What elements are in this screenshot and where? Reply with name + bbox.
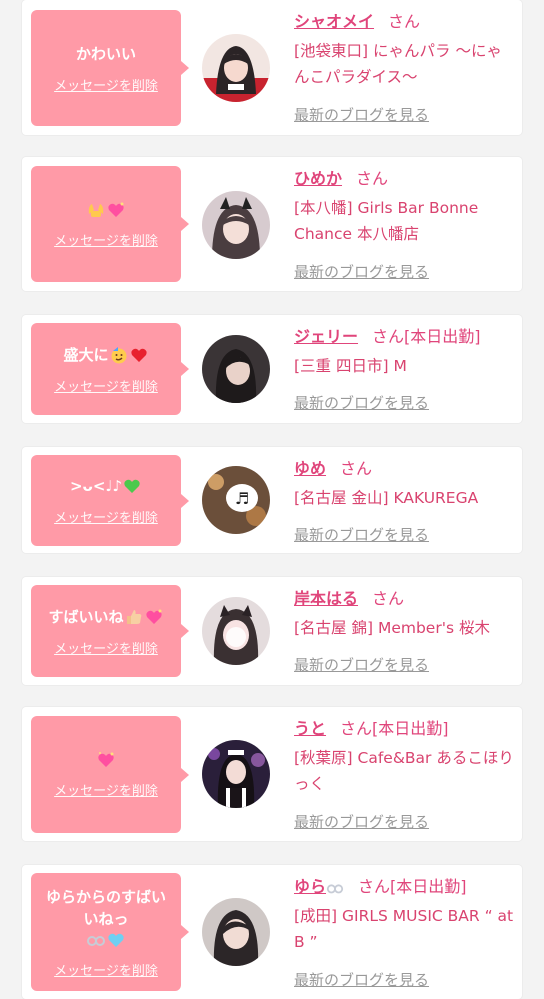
honorific: さん [388, 12, 421, 31]
avatar[interactable]: ♬ [202, 466, 270, 534]
latest-blog-link[interactable]: 最新のブログを見る [294, 969, 429, 990]
message-card: >ᴗ<♩♪ メッセージを削除 ♬ ゆめ さん [名古屋 金山] KAKUREGA … [22, 447, 522, 553]
honorific: さん [358, 877, 391, 896]
shop-link[interactable]: [本八幡] Girls Bar Bonne Chance 本八幡店 [294, 195, 516, 247]
message-card: かわいい メッセージを削除 シャオメイ さん [池袋東口] にゃんパラ 〜にゃんこ… [22, 0, 522, 135]
avatar[interactable] [202, 335, 270, 403]
message-bubble: 盛大に メッセージを削除 [31, 323, 189, 415]
latest-blog-link[interactable]: 最新のブログを見る [294, 392, 429, 413]
cast-name-link[interactable]: ひめか [294, 169, 342, 188]
cast-name-link[interactable]: ゆめ [294, 459, 326, 478]
message-text: 盛大に [55, 344, 156, 366]
message-card: メッセージを削除 ひめか さん [本八幡] Girls Bar Bonne Cha… [22, 157, 522, 291]
cast-info: ジェリー さん[本日出勤] [三重 四日市] M [294, 325, 516, 379]
cast-name-link[interactable]: 岸本はる [294, 589, 358, 608]
partying-face-emoji-icon [111, 346, 126, 363]
handcuffs-emoji-icon [326, 883, 344, 893]
latest-blog-link[interactable]: 最新のブログを見る [294, 654, 429, 675]
latest-blog-link[interactable]: 最新のブログを見る [294, 811, 429, 832]
cast-info: ゆめ さん [名古屋 金山] KAKUREGA [294, 457, 516, 511]
message-text: かわいい [75, 44, 136, 63]
cast-name-link[interactable]: うと [294, 719, 326, 738]
shop-link[interactable]: [成田] GIRLS MUSIC BAR “ at B ” [294, 903, 516, 955]
message-card: 盛大に メッセージを削除 ジェリー さん[本日出勤] [三重 四日市] M 最新の… [22, 315, 522, 423]
latest-blog-link[interactable]: 最新のブログを見る [294, 524, 429, 545]
sparkling-heart-emoji-icon [108, 202, 124, 217]
honorific: さん [340, 459, 373, 478]
message-bubble: メッセージを削除 [31, 166, 189, 282]
cast-info: うと さん[本日出勤] [秋葉原] Cafe&Bar あるこほりっく [294, 717, 516, 797]
avatar[interactable] [202, 34, 270, 102]
delete-message-link[interactable]: メッセージを削除 [54, 638, 158, 657]
work-status: [本日出勤] [390, 877, 467, 896]
message-text [88, 750, 124, 770]
honorific: さん [356, 169, 389, 188]
avatar[interactable] [202, 191, 270, 259]
cast-name-link[interactable]: ジェリー [294, 327, 358, 346]
sparkling-heart-emoji-icon [98, 752, 114, 767]
message-bubble: かわいい メッセージを削除 [31, 10, 189, 126]
message-text: すばいいね [40, 606, 171, 628]
shop-link[interactable]: [秋葉原] Cafe&Bar あるこほりっく [294, 745, 516, 797]
thumbs-up-emoji-icon [126, 609, 141, 624]
shop-link[interactable]: [名古屋 金山] KAKUREGA [294, 485, 516, 511]
message-bubble: すばいいね メッセージを削除 [31, 585, 189, 677]
honorific: さん [372, 589, 405, 608]
message-card: すばいいね メッセージを削除 岸本はる さん [名古屋 錦] Member's 桜… [22, 577, 522, 685]
cast-info: ゆら さん[本日出勤] [成田] GIRLS MUSIC BAR “ at B ” [294, 875, 516, 955]
delete-message-link[interactable]: メッセージを削除 [54, 75, 158, 94]
message-text: ゆらからのすばいいねっ [31, 886, 181, 950]
light-blue-heart-emoji-icon [108, 933, 124, 947]
message-text [78, 200, 134, 220]
red-heart-emoji-icon [130, 348, 147, 362]
message-bubble: ゆらからのすばいいねっ メッセージを削除 [31, 873, 189, 991]
shop-link[interactable]: [三重 四日市] M [294, 353, 516, 379]
avatar[interactable] [202, 597, 270, 665]
shop-link[interactable]: [名古屋 錦] Member's 桜木 [294, 615, 516, 641]
raising-hands-emoji-icon [88, 203, 104, 217]
cast-info: シャオメイ さん [池袋東口] にゃんパラ 〜にゃんこパラダイス〜 [294, 10, 516, 90]
message-card: メッセージを削除 うと さん[本日出勤] [秋葉原] Cafe&Bar あるこほり… [22, 707, 522, 841]
delete-message-link[interactable]: メッセージを削除 [54, 376, 158, 395]
cast-name-link[interactable]: ゆら [294, 877, 344, 896]
shop-link[interactable]: [池袋東口] にゃんパラ 〜にゃんこパラダイス〜 [294, 38, 516, 90]
cast-info: ひめか さん [本八幡] Girls Bar Bonne Chance 本八幡店 [294, 167, 516, 247]
latest-blog-link[interactable]: 最新のブログを見る [294, 104, 429, 125]
work-status: [本日出勤] [372, 719, 449, 738]
avatar[interactable] [202, 898, 270, 966]
delete-message-link[interactable]: メッセージを削除 [54, 780, 158, 799]
message-bubble: メッセージを削除 [31, 716, 189, 833]
message-card: ゆらからのすばいいねっ メッセージを削除 ゆら さん[本日出勤] [成田] GIR… [22, 865, 522, 999]
message-feed: かわいい メッセージを削除 シャオメイ さん [池袋東口] にゃんパラ 〜にゃんこ… [0, 0, 544, 999]
latest-blog-link[interactable]: 最新のブログを見る [294, 261, 429, 282]
honorific: さん [340, 719, 373, 738]
delete-message-link[interactable]: メッセージを削除 [54, 960, 158, 979]
handcuffs-emoji-icon [87, 935, 105, 946]
avatar[interactable] [202, 740, 270, 808]
sparkling-heart-emoji-icon [145, 609, 162, 624]
delete-message-link[interactable]: メッセージを削除 [54, 230, 158, 249]
honorific: さん [372, 327, 405, 346]
cast-name-link[interactable]: シャオメイ [294, 12, 374, 31]
work-status: [本日出勤] [404, 327, 481, 346]
message-text: >ᴗ<♩♪ [62, 475, 150, 497]
svg-text:♬: ♬ [235, 489, 249, 508]
green-heart-emoji-icon [124, 479, 140, 493]
delete-message-link[interactable]: メッセージを削除 [54, 507, 158, 526]
cast-info: 岸本はる さん [名古屋 錦] Member's 桜木 [294, 587, 516, 641]
message-bubble: >ᴗ<♩♪ メッセージを削除 [31, 455, 189, 546]
